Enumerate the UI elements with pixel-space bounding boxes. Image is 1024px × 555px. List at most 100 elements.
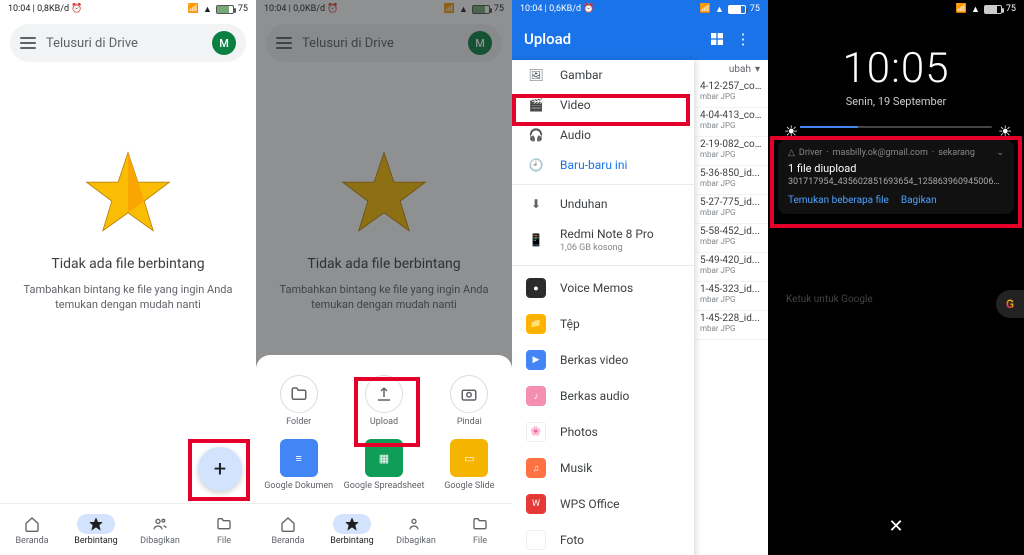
upload-header: Upload ⋮ [512, 18, 768, 60]
source-foto[interactable]: ✦Foto [512, 522, 694, 555]
files-icon: 📁 [526, 314, 546, 334]
fab-new[interactable]: + [198, 447, 242, 491]
source-gambar[interactable]: 🖼Gambar [512, 60, 694, 90]
sort-header[interactable]: ubah ▾ [694, 60, 768, 79]
wifi-icon: ▲ [203, 4, 212, 15]
notif-action-locate[interactable]: Temukan beberapa file [788, 195, 889, 206]
nav-starred[interactable]: Berbintang [64, 504, 128, 555]
empty-subtitle: Tambahkan bintang ke file yang ingin And… [18, 282, 238, 313]
file-row[interactable]: 4-12-257_co...mbar JPG [694, 79, 768, 108]
source-video-files[interactable]: ▶Berkas video [512, 342, 694, 378]
file-row[interactable]: 5-49-420_id...mbar JPG [694, 253, 768, 282]
sheet-upload[interactable]: Upload [341, 369, 426, 433]
sun-high-icon: ☀ [998, 122, 1008, 132]
photos-icon: 🌸 [526, 422, 546, 442]
wps-icon: W [526, 494, 546, 514]
file-row[interactable]: 5-58-452_id...mbar JPG [694, 224, 768, 253]
home-icon [24, 516, 40, 532]
download-icon: ⬇ [526, 197, 546, 211]
nav-shared[interactable]: Dibagikan [384, 504, 448, 555]
sheet-sheets[interactable]: ▦Google Spreadsheet [341, 433, 426, 497]
search-hint[interactable]: Ketuk untuk Google [786, 294, 873, 305]
create-sheet: Folder Upload Pindai ≡Google Dokumen ▦Go… [256, 355, 512, 503]
audiofile-icon: ♪ [526, 386, 546, 406]
nav-starred[interactable]: Berbintang [320, 504, 384, 555]
phone-icon: 📱 [526, 233, 546, 247]
notif-title: 1 file diupload [788, 162, 1004, 175]
search-bar[interactable]: Telusuri di Drive M [10, 24, 246, 62]
source-photos[interactable]: 🌸Photos [512, 414, 694, 450]
sheet-folder[interactable]: Folder [256, 369, 341, 433]
status-bar: 10:04 | 0,8KB/d ⏰ 📶▲75 [0, 0, 256, 18]
star-illustration [83, 148, 173, 238]
chevron-down-icon[interactable]: ⌄ [996, 148, 1004, 158]
source-device[interactable]: 📱Redmi Note 8 Pro1,06 GB kosong [512, 219, 694, 261]
chevron-down-icon: ▾ [755, 64, 760, 75]
sun-low-icon: ☀ [784, 122, 794, 132]
audio-icon: 🎧 [526, 128, 546, 142]
sheet-scan[interactable]: Pindai [427, 369, 512, 433]
brightness-slider[interactable]: ☀ ☀ [768, 108, 1024, 140]
signal-icon: 📶 [188, 4, 199, 14]
source-wps[interactable]: WWPS Office [512, 486, 694, 522]
grid-view-icon[interactable] [704, 31, 730, 47]
file-grid: ubah ▾ 4-12-257_co...mbar JPG4-04-413_co… [694, 60, 768, 340]
status-bar: 📶▲75 [768, 0, 1024, 18]
music-icon: ♫ [526, 458, 546, 478]
panel-drive-new-sheet: 10:04 | 0,0KB/d ⏰ 📶▲75 Telusuri di Drive… [256, 0, 512, 555]
source-voicememos[interactable]: ●Voice Memos [512, 270, 694, 306]
star-icon [88, 516, 104, 532]
panel-upload-picker: 10:04 | 0,6KB/d ⏰ 📶▲75 Upload ⋮ ubah ▾ 4… [512, 0, 768, 555]
image-icon: 🖼 [526, 68, 546, 82]
hamburger-icon[interactable] [20, 37, 36, 49]
upload-notification[interactable]: △ Driver · masbilly.ok@gmail.com · sekar… [778, 140, 1014, 214]
file-row[interactable]: 5-27-775_id...mbar JPG [694, 195, 768, 224]
nav-files[interactable]: File [448, 504, 512, 555]
bottom-nav: Beranda Berbintang Dibagikan File [0, 503, 256, 555]
source-audio[interactable]: 🎧Audio [512, 120, 694, 150]
file-row[interactable]: 2-19-082_co...mbar JPG [694, 137, 768, 166]
people-icon [152, 516, 168, 532]
videofile-icon: ▶ [526, 350, 546, 370]
google-shortcut[interactable]: G [996, 290, 1024, 318]
nav-files[interactable]: File [192, 504, 256, 555]
folder-icon [290, 385, 308, 403]
status-bar: 10:04 | 0,6KB/d ⏰ 📶▲75 [512, 0, 768, 18]
source-downloads[interactable]: ⬇Unduhan [512, 189, 694, 219]
slides-icon: ▭ [450, 439, 488, 477]
docs-icon: ≡ [280, 439, 318, 477]
file-row[interactable]: 4-04-413_co...mbar JPG [694, 108, 768, 137]
bottom-nav: Beranda Berbintang Dibagikan File [256, 503, 512, 555]
gallery-icon: ✦ [526, 530, 546, 550]
file-row[interactable]: 1-45-323_id...mbar JPG [694, 282, 768, 311]
nav-shared[interactable]: Dibagikan [128, 504, 192, 555]
nav-home[interactable]: Beranda [0, 504, 64, 555]
source-musik[interactable]: ♫Musik [512, 450, 694, 486]
empty-state: Tidak ada file berbintang Tambahkan bint… [0, 68, 256, 313]
notif-action-share[interactable]: Bagikan [901, 195, 937, 206]
file-row[interactable]: 5-36-850_id...mbar JPG [694, 166, 768, 195]
close-button[interactable]: ✕ [888, 516, 903, 537]
more-icon[interactable]: ⋮ [730, 30, 756, 48]
folder-icon [216, 516, 232, 532]
sheet-slides[interactable]: ▭Google Slide [427, 433, 512, 497]
source-audio-files[interactable]: ♪Berkas audio [512, 378, 694, 414]
search-placeholder: Telusuri di Drive [46, 36, 202, 51]
drive-icon: △ [788, 148, 795, 158]
source-tep[interactable]: 📁Tệp [512, 306, 694, 342]
empty-title: Tidak ada file berbintang [18, 256, 238, 272]
source-video[interactable]: 🎬Video [512, 90, 694, 120]
panel-drive-starred: 10:04 | 0,8KB/d ⏰ 📶▲75 Telusuri di Drive… [0, 0, 256, 555]
camera-icon [460, 385, 478, 403]
sheet-docs[interactable]: ≡Google Dokumen [256, 433, 341, 497]
nav-home[interactable]: Beranda [256, 504, 320, 555]
page-title: Upload [524, 30, 571, 48]
clock-icon: 🕘 [526, 158, 546, 172]
file-row[interactable]: 1-45-228_id...mbar JPG [694, 311, 768, 340]
source-drawer: 🖼Gambar 🎬Video 🎧Audio 🕘Baru-baru ini ⬇Un… [512, 60, 694, 555]
lockscreen-clock: 10:05 Senin, 19 September [768, 18, 1024, 108]
source-recent[interactable]: 🕘Baru-baru ini [512, 150, 694, 180]
avatar[interactable]: M [212, 31, 236, 55]
clock-date: Senin, 19 September [768, 95, 1024, 108]
notif-body: 301717954_435602851693654_12586396094500… [788, 177, 1004, 187]
